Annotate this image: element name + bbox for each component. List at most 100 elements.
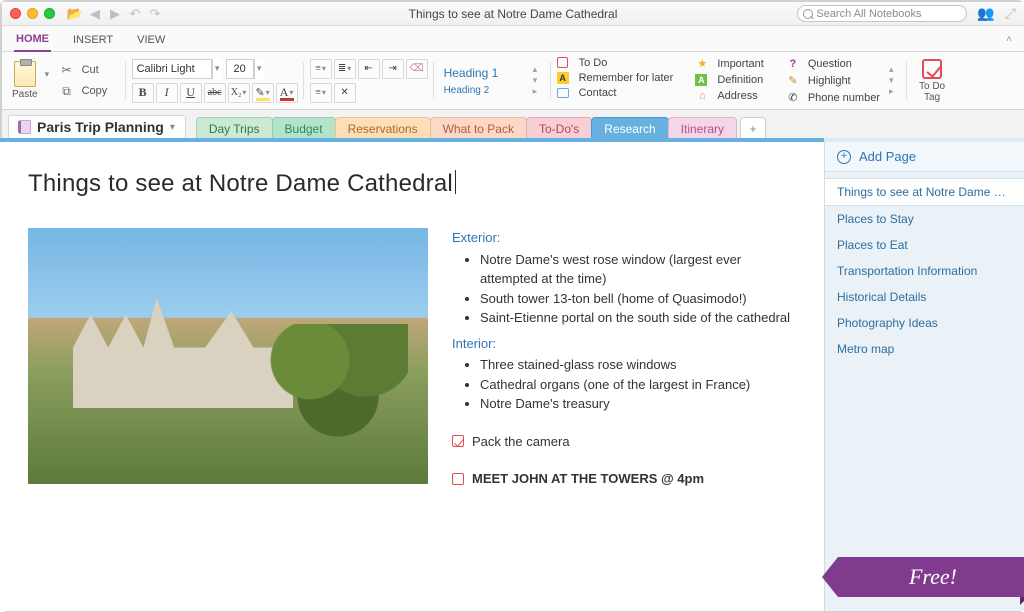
exterior-heading: Exterior: [452, 228, 796, 248]
font-size-select[interactable]: 20 [226, 59, 254, 79]
title-bar: 📂 ◀ ▶ ↶ ↷ Things to see at Notre Dame Ca… [2, 2, 1024, 26]
tag-remember[interactable]: ARemember for later [557, 72, 674, 84]
undo-icon[interactable]: ↶ [127, 6, 143, 22]
add-page-label: Add Page [859, 149, 916, 164]
todo-item[interactable]: MEET JOHN AT THE TOWERS @ 4pm [452, 469, 796, 489]
tab-view[interactable]: VIEW [135, 28, 167, 51]
paste-label: Paste [12, 89, 38, 100]
contact-icon [557, 88, 569, 98]
scissors-icon: ✂ [56, 60, 78, 80]
close-icon[interactable] [10, 8, 21, 19]
tab-home[interactable]: HOME [14, 27, 51, 52]
page-title[interactable]: Things to see at Notre Dame Cathedral [28, 170, 796, 198]
plus-circle-icon: + [837, 150, 851, 164]
bold-button[interactable]: B [132, 83, 154, 103]
copy-button[interactable]: ⧉Copy [56, 81, 120, 101]
minimize-icon[interactable] [27, 8, 38, 19]
section-itinerary[interactable]: Itinerary [668, 117, 737, 139]
checkbox-checked-icon[interactable] [452, 435, 464, 447]
page-item[interactable]: Places to Eat [825, 232, 1024, 258]
tag-question[interactable]: ?Question [786, 57, 880, 71]
tag-todo[interactable]: To Do [557, 57, 674, 69]
collapse-ribbon-icon[interactable]: ˄ [1006, 34, 1012, 51]
page-body: Exterior: Notre Dame's west rose window … [28, 228, 796, 489]
tag-important[interactable]: ★Important [695, 57, 763, 71]
page-item[interactable]: Photography Ideas [825, 310, 1024, 336]
section-research[interactable]: Research [591, 117, 668, 139]
letter-a-icon: A [557, 72, 569, 84]
note-page[interactable]: Things to see at Notre Dame Cathedral Ex… [0, 142, 824, 611]
tags-group: To Do ARemember for later Contact ★Impor… [557, 56, 907, 105]
window-title: Things to see at Notre Dame Cathedral [409, 7, 618, 21]
chevron-up-icon[interactable]: ▴ [889, 64, 901, 75]
redo-icon[interactable]: ↷ [147, 6, 163, 22]
todo-tag-group: To Do Tag [913, 56, 957, 105]
search-input[interactable]: Search All Notebooks [797, 5, 967, 22]
cut-button[interactable]: ✂Cut [56, 60, 120, 80]
page-item[interactable]: Historical Details [825, 284, 1024, 310]
bullets-button[interactable]: ≡▾ [310, 59, 332, 79]
page-item[interactable]: Metro map [825, 336, 1024, 362]
chevron-up-icon[interactable]: ▴ [533, 64, 545, 75]
section-todos[interactable]: To-Do's [526, 117, 592, 139]
page-item[interactable]: Things to see at Notre Dame Cath… [825, 178, 1024, 206]
section-budget[interactable]: Budget [272, 117, 336, 139]
chevron-down-icon: ▾ [170, 122, 175, 133]
section-reservations[interactable]: Reservations [335, 117, 431, 139]
paste-dropdown-icon[interactable]: ▾ [45, 69, 53, 80]
indent-button[interactable]: ⇥ [382, 59, 404, 79]
page-item[interactable]: Places to Stay [825, 206, 1024, 232]
tab-insert[interactable]: INSERT [71, 28, 115, 51]
fullscreen-icon[interactable]: ⤢ [1005, 5, 1016, 22]
chevron-right-icon[interactable]: ▸ [889, 86, 901, 97]
chevron-down-icon[interactable]: ▾ [533, 75, 545, 86]
clipboard-group: Paste ▾ ✂Cut ⧉Copy [8, 56, 126, 105]
back-icon[interactable]: ◀ [87, 6, 103, 22]
add-section-button[interactable]: + [740, 117, 766, 139]
chevron-down-icon[interactable]: ▾ [889, 75, 901, 86]
chevron-right-icon[interactable]: ▸ [533, 86, 545, 97]
letter-a-green-icon: A [695, 74, 707, 86]
strikethrough-button[interactable]: abc [204, 83, 226, 103]
page-notes[interactable]: Exterior: Notre Dame's west rose window … [452, 228, 796, 489]
numbering-button[interactable]: ≣▾ [334, 59, 356, 79]
page-item[interactable]: Transportation Information [825, 258, 1024, 284]
align-button[interactable]: ≡▾ [310, 83, 332, 103]
style-heading2[interactable]: Heading 2 [444, 85, 526, 96]
checkbox-icon[interactable] [452, 473, 464, 485]
tag-address[interactable]: ⌂Address [695, 89, 763, 103]
share-icon[interactable]: 👥 [977, 5, 994, 22]
subscript-button[interactable]: X₂▾ [228, 83, 250, 103]
chevron-down-icon[interactable]: ▾ [212, 59, 222, 79]
tag-definition[interactable]: ADefinition [695, 74, 763, 86]
outdent-button[interactable]: ⇤ [358, 59, 380, 79]
italic-button[interactable]: I [156, 83, 178, 103]
font-name-select[interactable]: Calibri Light [132, 59, 212, 79]
delete-button[interactable]: ✕ [334, 83, 356, 103]
section-daytrips[interactable]: Day Trips [196, 117, 273, 139]
list-item: Saint-Etienne portal on the south side o… [480, 308, 796, 328]
style-heading1[interactable]: Heading 1 [444, 66, 526, 80]
todo-tag-button[interactable]: To Do Tag [913, 59, 951, 103]
tag-contact[interactable]: Contact [557, 87, 674, 99]
open-icon[interactable]: 📂 [67, 6, 83, 22]
maximize-icon[interactable] [44, 8, 55, 19]
section-pack[interactable]: What to Pack [430, 117, 527, 139]
font-color-button[interactable]: A▾ [276, 83, 298, 103]
list-item: South tower 13-ton bell (home of Quasimo… [480, 289, 796, 309]
highlight-button[interactable]: ✎▾ [252, 83, 274, 103]
chevron-down-icon[interactable]: ▾ [254, 59, 264, 79]
notebook-select[interactable]: Paris Trip Planning ▾ [8, 115, 186, 139]
pages-panel: + Add Page Things to see at Notre Dame C… [824, 142, 1024, 611]
interior-heading: Interior: [452, 334, 796, 354]
todo-item[interactable]: Pack the camera [452, 432, 796, 452]
clear-format-button[interactable]: ⌫ [406, 59, 428, 79]
tag-phone[interactable]: ✆Phone number [786, 91, 880, 105]
forward-icon[interactable]: ▶ [107, 6, 123, 22]
underline-button[interactable]: U [180, 83, 202, 103]
paste-button[interactable]: Paste [8, 59, 42, 102]
tag-highlight[interactable]: ✎Highlight [786, 74, 880, 88]
add-page-button[interactable]: + Add Page [825, 142, 1024, 172]
page-image[interactable] [28, 228, 428, 484]
notebook-bar: Paris Trip Planning ▾ Day Trips Budget R… [2, 110, 1024, 140]
